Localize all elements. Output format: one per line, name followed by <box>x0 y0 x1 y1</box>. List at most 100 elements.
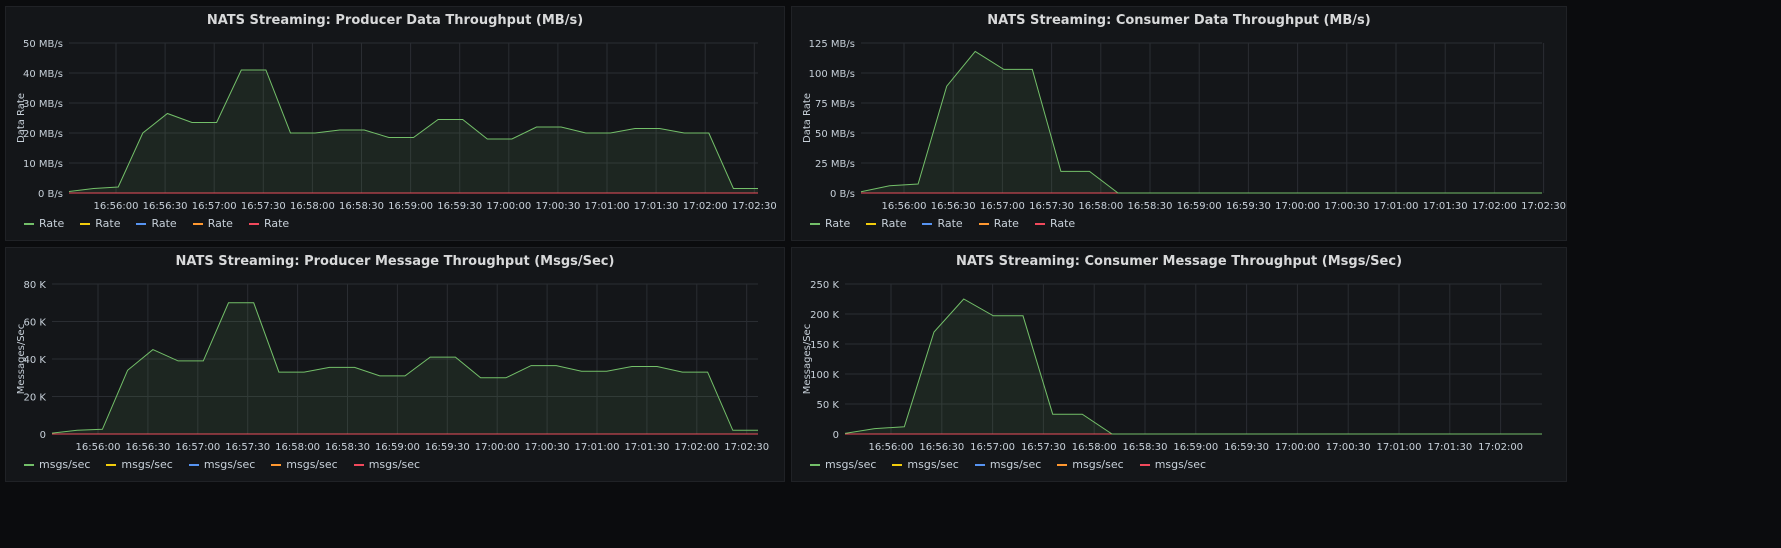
panel-consumer-messages[interactable]: NATS Streaming: Consumer Message Through… <box>791 247 1567 482</box>
x-tick-label: 16:58:00 <box>275 442 320 453</box>
legend-item[interactable]: Rate <box>192 217 233 230</box>
y-tick-label: 250 K <box>810 280 839 291</box>
legend-item[interactable]: Rate <box>24 217 64 230</box>
x-tick-label: 17:00:00 <box>475 442 520 453</box>
panel-producer-messages[interactable]: NATS Streaming: Producer Message Through… <box>5 247 785 482</box>
legend-swatch <box>1034 222 1045 225</box>
y-tick-label: 200 K <box>810 310 839 321</box>
y-tick-label: 0 <box>40 430 46 441</box>
x-tick-label: 16:57:30 <box>1029 201 1074 212</box>
panel-producer-data[interactable]: NATS Streaming: Producer Data Throughput… <box>5 6 785 241</box>
legend-swatch <box>892 463 903 466</box>
y-tick-label: 25 MB/s <box>815 159 855 170</box>
legend-item[interactable]: Rate <box>978 217 1019 230</box>
x-tick-label: 16:59:30 <box>1226 201 1271 212</box>
legend-swatch <box>974 463 985 466</box>
legend-label: msgs/sec <box>286 458 338 471</box>
x-tick-label: 16:58:30 <box>1123 442 1168 453</box>
legend-item[interactable]: msgs/sec <box>353 458 421 471</box>
chart-consumer-data: 0 B/s 25 MB/s 50 MB/s 75 MB/s 100 MB/s 125 MB… <box>802 39 1566 212</box>
x-tick-label: 17:02:30 <box>732 201 777 212</box>
y-axis-label: Data Rate <box>802 93 813 143</box>
chart-consumer-messages: 0 50 K 100 K 150 K 200 K 250 K 16:56:00 16:56:3… <box>802 280 1542 453</box>
legend-label: Rate <box>263 217 290 230</box>
x-tick-label: 16:59:30 <box>425 442 470 453</box>
x-tick-label: 16:58:00 <box>290 201 335 212</box>
x-tick-label: 17:00:00 <box>486 201 531 212</box>
legend-item[interactable]: msgs/sec <box>271 458 338 471</box>
legend-swatch <box>810 463 820 466</box>
x-tick-label: 16:59:00 <box>375 442 420 453</box>
x-tick-label: 17:01:30 <box>624 442 669 453</box>
y-tick-label: 20 MB/s <box>23 129 63 140</box>
legend-swatch <box>1139 463 1150 466</box>
legend-item[interactable]: Rate <box>80 217 120 230</box>
panel-consumer-data[interactable]: NATS Streaming: Consumer Data Throughput… <box>791 6 1567 241</box>
legend: Rate Rate Rate Rate Rate <box>810 217 1075 230</box>
x-tick-label: 17:00:30 <box>525 442 570 453</box>
x-tick-label: 16:58:30 <box>325 442 370 453</box>
x-tick-label: 17:02:00 <box>674 442 719 453</box>
y-tick-label: 50 K <box>817 400 840 411</box>
legend-label: msgs/sec <box>1154 458 1207 471</box>
legend-item[interactable]: msgs/sec <box>106 458 173 471</box>
x-tick-label: 16:57:30 <box>225 442 270 453</box>
legend-item[interactable]: msgs/sec <box>892 458 959 471</box>
y-axis-label: Messages/Sec <box>16 324 27 394</box>
y-axis-label: Messages/Sec <box>802 324 813 394</box>
legend-item[interactable]: msgs/sec <box>810 458 876 471</box>
x-tick-label: 17:01:00 <box>1377 442 1422 453</box>
x-tick-label: 16:59:00 <box>1177 201 1222 212</box>
legend-label: Rate <box>881 217 907 230</box>
x-tick-label: 16:56:30 <box>931 201 976 212</box>
legend-item[interactable]: msgs/sec <box>974 458 1041 471</box>
legend-label: Rate <box>993 217 1019 230</box>
legend-swatch <box>922 222 933 225</box>
legend-item[interactable]: msgs/sec <box>1057 458 1124 471</box>
chart-producer-messages: 020 K40 K60 K80 K16:56:00 16:56:30 16:57:0… <box>16 280 769 453</box>
legend-item[interactable]: msgs/sec <box>1139 458 1207 471</box>
legend-label: msgs/sec <box>1072 458 1124 471</box>
legend-item[interactable]: Rate <box>810 217 850 230</box>
y-tick-label: 125 MB/s <box>809 39 855 50</box>
x-tick-label: 17:01:00 <box>575 442 620 453</box>
legend-item[interactable]: msgs/sec <box>188 458 256 471</box>
legend-item[interactable]: Rate <box>922 217 963 230</box>
legend-label: msgs/sec <box>203 458 256 471</box>
legend-item[interactable]: Rate <box>866 217 906 230</box>
y-tick-label: 100 MB/s <box>809 69 855 80</box>
legend-label: msgs/sec <box>368 458 421 471</box>
legend-item[interactable]: Rate <box>136 217 177 230</box>
y-tick-label: 0 B/s <box>38 189 63 200</box>
x-tick-label: 16:57:00 <box>970 442 1015 453</box>
x-tick-label: 17:02:00 <box>683 201 728 212</box>
legend-label: Rate <box>95 217 121 230</box>
legend-item[interactable]: Rate <box>248 217 290 230</box>
x-tick-label: 16:56:00 <box>76 442 121 453</box>
x-tick-label: 16:58:00 <box>1078 201 1123 212</box>
x-tick-label: 17:02:30 <box>1521 201 1566 212</box>
x-tick-label: 17:01:00 <box>1374 201 1419 212</box>
legend-swatch <box>978 222 989 225</box>
legend-label: msgs/sec <box>121 458 173 471</box>
legend-swatch <box>80 222 91 225</box>
y-tick-label: 80 K <box>24 280 47 291</box>
x-tick-label: 16:58:30 <box>339 201 384 212</box>
x-tick-label: 16:56:00 <box>94 201 139 212</box>
legend-item[interactable]: Rate <box>1034 217 1075 230</box>
x-tick-label: 16:57:00 <box>980 201 1025 212</box>
legend-swatch <box>24 463 34 466</box>
legend-swatch <box>248 222 259 225</box>
x-tick-label: 16:57:30 <box>241 201 286 212</box>
x-tick-label: 16:56:30 <box>143 201 188 212</box>
legend-label: Rate <box>39 217 65 230</box>
x-tick-label: 17:01:30 <box>1427 442 1472 453</box>
y-tick-label: 50 MB/s <box>23 39 63 50</box>
x-tick-label: 16:59:00 <box>1173 442 1218 453</box>
legend-swatch <box>353 463 364 466</box>
legend-item[interactable]: msgs/sec <box>24 458 90 471</box>
y-axis-label: Data Rate <box>16 93 27 143</box>
series-area <box>845 299 1542 434</box>
x-tick-label: 16:56:00 <box>869 442 914 453</box>
series-area <box>52 302 758 434</box>
